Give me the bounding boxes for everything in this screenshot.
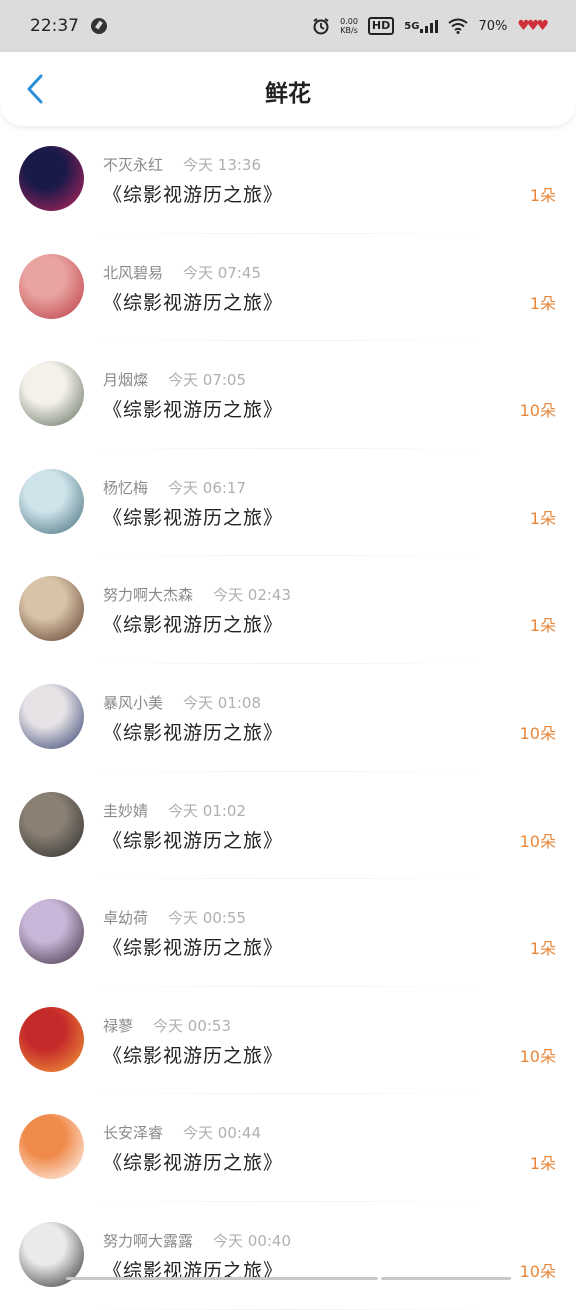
book-title: 《综影视游历之旅》 [103,829,284,852]
flower-count: 1朵 [529,508,556,528]
user-name: 月烟燦 [103,371,149,390]
item-meta: 圭妙婧 今天 01:02 [103,800,246,821]
avatar[interactable] [19,1114,84,1180]
avatar[interactable] [19,683,84,749]
list-item[interactable]: 努力啊大露露 今天 00:40 《综影视游历之旅》 10朵 [0,1202,576,1310]
book-title: 《综影视游历之旅》 [103,1152,284,1175]
user-name: 杨忆梅 [103,478,149,497]
timestamp: 今天 00:40 [213,1231,292,1250]
book-title: 《综影视游历之旅》 [103,184,284,206]
page-title: 鲜花 [265,81,311,107]
divider [90,1308,486,1310]
list-item[interactable]: 卓幼荷 今天 00:55 《综影视游历之旅》 1朵 [0,879,576,987]
status-bar: 22:37 0.00 KB/s HD 5G 70% ♥♥♥ [0,0,576,52]
item-meta: 努力啊大杰森 今天 02:43 [103,584,291,605]
list-item[interactable]: 不灭永红 今天 13:36 《综影视游历之旅》 1朵 [0,126,576,234]
battery-level: 70% [478,18,508,34]
user-name: 卓幼荷 [103,909,149,928]
alarm-icon [312,17,330,35]
user-name: 努力啊大露露 [103,1231,194,1250]
item-meta: 北风碧易 今天 07:45 [103,262,261,283]
strawberry-icon: ♥♥♥ [517,18,549,34]
timestamp: 今天 01:08 [183,693,262,712]
item-meta: 暴风小美 今天 01:08 [103,692,261,713]
timestamp: 今天 07:05 [168,371,247,390]
item-meta: 月烟燦 今天 07:05 [103,369,246,390]
user-name: 努力啊大杰森 [103,586,194,605]
timestamp: 今天 01:02 [168,801,247,820]
avatar[interactable] [19,791,84,857]
status-time: 22:37 [30,16,79,36]
timestamp: 今天 00:53 [153,1016,232,1035]
user-name: 不灭永红 [103,156,164,174]
avatar[interactable] [19,468,84,534]
network-type: 5G [404,20,420,32]
timestamp: 今天 00:44 [183,1124,262,1143]
flower-count: 10朵 [519,1261,556,1281]
user-name: 圭妙婧 [103,801,149,820]
list-item[interactable]: 长安泽睿 今天 00:44 《综影视游历之旅》 1朵 [0,1094,576,1202]
flower-count: 1朵 [529,186,556,205]
compass-icon [91,18,107,34]
user-name: 暴风小美 [103,693,164,712]
flower-count: 1朵 [529,939,556,959]
flower-count: 10朵 [519,401,556,421]
list-item[interactable]: 努力啊大杰森 今天 02:43 《综影视游历之旅》 1朵 [0,556,576,664]
book-title: 《综影视游历之旅》 [103,506,284,529]
flower-count: 1朵 [529,293,556,313]
flower-record-list: 不灭永红 今天 13:36 《综影视游历之旅》 1朵 北风碧易 今天 07:45 《综影视游… [0,126,576,1310]
flower-count: 10朵 [519,831,556,851]
book-title: 《综影视游历之旅》 [103,291,284,314]
timestamp: 今天 00:55 [168,909,247,928]
item-meta: 努力啊大露露 今天 00:40 [103,1230,291,1251]
list-item[interactable]: 月烟燦 今天 07:05 《综影视游历之旅》 10朵 [0,341,576,449]
flower-count: 1朵 [529,616,556,636]
user-name: 禄蓼 [103,1016,134,1035]
list-item[interactable]: 杨忆梅 今天 06:17 《综影视游历之旅》 1朵 [0,449,576,557]
user-name: 北风碧易 [103,263,164,282]
app-header: 鲜花 [0,52,576,126]
item-meta: 卓幼荷 今天 00:55 [103,907,246,928]
book-title: 《综影视游历之旅》 [103,614,284,637]
user-name: 长安泽睿 [103,1124,164,1143]
item-meta: 不灭永红 今天 13:36 [103,154,261,175]
flower-count: 1朵 [529,1154,556,1174]
avatar[interactable] [19,1006,84,1072]
avatar[interactable] [19,146,84,211]
avatar[interactable] [19,361,84,427]
timestamp: 今天 13:36 [183,156,262,174]
item-meta: 禄蓼 今天 00:53 [103,1015,231,1036]
signal-icon: 5G [404,19,439,33]
avatar[interactable] [19,576,84,642]
list-item[interactable]: 暴风小美 今天 01:08 《综影视游历之旅》 10朵 [0,664,576,772]
book-title: 《综影视游历之旅》 [103,721,284,744]
item-meta: 杨忆梅 今天 06:17 [103,477,246,498]
flower-count: 10朵 [519,723,556,743]
wifi-icon [448,18,469,34]
flower-count: 10朵 [519,1046,556,1066]
book-title: 《综影视游历之旅》 [103,399,284,422]
list-item[interactable]: 圭妙婧 今天 01:02 《综影视游历之旅》 10朵 [0,772,576,880]
hd-badge: HD [367,17,395,35]
list-item[interactable]: 北风碧易 今天 07:45 《综影视游历之旅》 1朵 [0,234,576,342]
network-speed: 0.00 KB/s [340,17,358,35]
avatar[interactable] [19,899,84,965]
timestamp: 今天 07:45 [183,263,262,282]
list-item[interactable]: 禄蓼 今天 00:53 《综影视游历之旅》 10朵 [0,987,576,1095]
timestamp: 今天 06:17 [168,478,247,497]
book-title: 《综影视游历之旅》 [103,937,284,960]
item-meta: 长安泽睿 今天 00:44 [103,1122,261,1143]
timestamp: 今天 02:43 [213,586,292,605]
book-title: 《综影视游历之旅》 [103,1044,284,1067]
avatar[interactable] [19,253,84,319]
